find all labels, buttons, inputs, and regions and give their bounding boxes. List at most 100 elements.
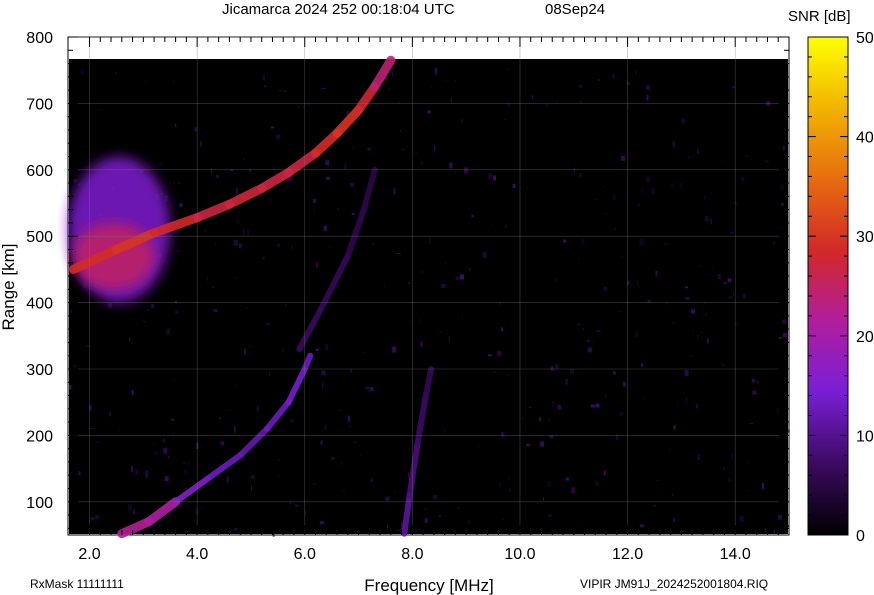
noise-speck (179, 203, 183, 208)
noise-speck (499, 301, 501, 305)
noise-speck (421, 271, 423, 274)
noise-speck (370, 478, 374, 483)
noise-speck (728, 477, 732, 483)
noise-speck (639, 524, 644, 528)
noise-speck (307, 99, 310, 106)
noise-speck (619, 412, 623, 416)
noise-speck (655, 270, 658, 276)
noise-speck (742, 293, 746, 299)
noise-speck (717, 274, 721, 280)
noise-speck (322, 382, 324, 389)
noise-speck (577, 525, 579, 527)
noise-speck (278, 459, 280, 462)
noise-speck (175, 310, 179, 315)
noise-speck (325, 160, 330, 166)
noise-speck (478, 445, 480, 448)
noise-speck (186, 531, 190, 533)
chart-title: Jicamarca 2024 252 00:18:04 UTC (222, 1, 455, 18)
noise-speck (565, 477, 569, 481)
x-axis-label: Frequency [MHz] (364, 576, 493, 595)
noise-speck (353, 145, 355, 149)
noise-speck (569, 368, 574, 374)
noise-speck (164, 476, 169, 482)
noise-speck (539, 528, 541, 531)
noise-speck (175, 123, 177, 128)
noise-speck (592, 340, 594, 343)
noise-speck (359, 454, 362, 457)
noise-speck (546, 481, 551, 488)
noise-speck (445, 262, 447, 266)
noise-speck (344, 162, 347, 169)
noise-speck (490, 224, 493, 226)
noise-speck (108, 303, 113, 309)
colorbar-label: SNR [dB] (788, 8, 851, 25)
noise-speck (157, 524, 162, 526)
noise-speck (279, 474, 281, 477)
noise-speck (464, 167, 469, 174)
noise-speck (295, 504, 299, 507)
noise-speck (246, 307, 248, 309)
noise-speck (386, 525, 388, 529)
noise-speck (497, 350, 502, 356)
y-tick-label: 300 (26, 362, 53, 379)
noise-speck (278, 90, 283, 92)
noise-speck (787, 525, 789, 528)
noise-speck (177, 250, 181, 252)
noise-speck (636, 280, 638, 286)
noise-speck (732, 290, 734, 296)
noise-speck (291, 245, 293, 250)
noise-speck (213, 308, 218, 312)
noise-speck (695, 404, 698, 409)
noise-speck (508, 476, 511, 480)
y-tick-label: 200 (26, 428, 53, 445)
noise-speck (505, 224, 507, 228)
noise-speck (782, 319, 787, 324)
noise-speck (131, 389, 134, 395)
noise-speck (688, 355, 693, 357)
noise-speck (408, 472, 410, 478)
noise-speck (548, 514, 552, 518)
noise-speck (462, 314, 464, 320)
noise-speck (270, 126, 274, 129)
diffuse-echo-region (73, 222, 155, 290)
noise-speck (692, 330, 695, 332)
noise-speck (351, 212, 355, 215)
noise-speck (538, 417, 541, 422)
noise-speck (431, 86, 433, 89)
noise-speck (671, 493, 673, 496)
noise-speck (641, 189, 643, 194)
noise-speck (620, 155, 625, 161)
noise-speck (158, 162, 163, 165)
noise-speck (316, 262, 319, 269)
noise-speck (706, 338, 709, 344)
noise-speck (363, 351, 365, 353)
noise-speck (764, 160, 769, 163)
noise-speck (722, 467, 725, 470)
x-tick-label: 6.0 (294, 546, 316, 563)
noise-speck (666, 299, 668, 306)
noise-speck (438, 515, 441, 518)
colorbar (807, 36, 849, 536)
noise-speck (582, 239, 584, 245)
noise-speck (729, 232, 734, 234)
noise-speck (127, 504, 132, 511)
noise-speck (512, 183, 516, 188)
x-tick-label: 12.0 (612, 546, 643, 563)
noise-speck (627, 104, 629, 110)
noise-speck (565, 378, 568, 385)
noise-speck (613, 195, 616, 201)
noise-speck (350, 369, 353, 373)
noise-speck (684, 370, 689, 377)
y-axis-label: Range [km] (0, 244, 18, 331)
noise-speck (448, 335, 450, 342)
noise-speck (73, 364, 77, 368)
noise-speck (212, 286, 215, 288)
noise-speck (499, 482, 501, 488)
noise-speck (646, 85, 651, 90)
colorbar-tick-label: 50 (856, 30, 874, 47)
noise-speck (409, 321, 411, 324)
noise-speck (681, 118, 686, 124)
noise-speck (482, 251, 487, 258)
noise-speck (604, 394, 607, 399)
noise-speck (469, 268, 471, 272)
